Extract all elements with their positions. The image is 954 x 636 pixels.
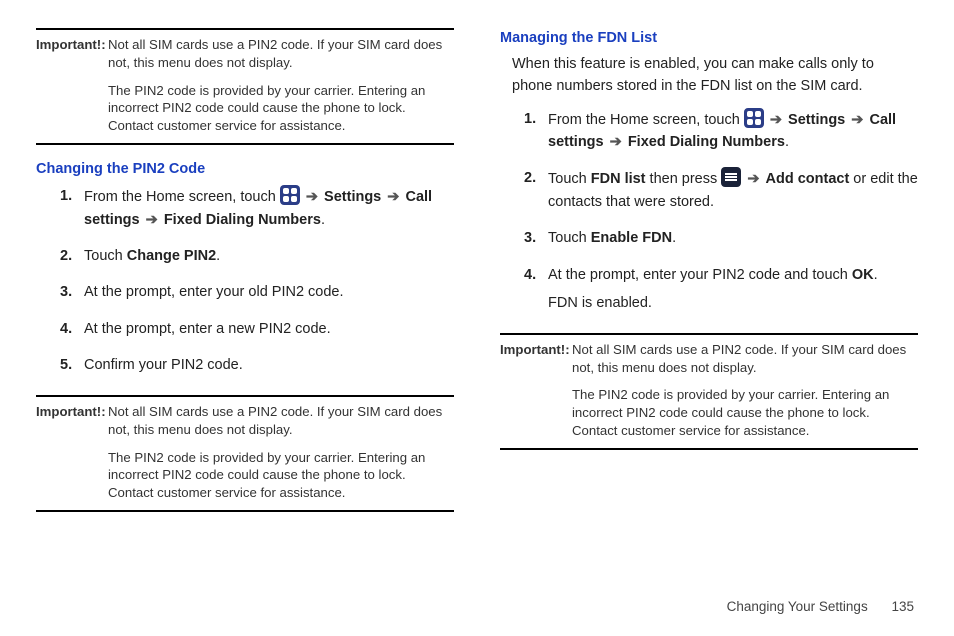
period: . <box>672 230 676 246</box>
fdn-label: Fixed Dialing Numbers <box>628 134 785 150</box>
important-text-1: Not all SIM cards use a PIN2 code. If yo… <box>108 403 454 439</box>
important-note-right: Important!: Not all SIM cards use a PIN2… <box>500 333 918 450</box>
step-text: At the prompt, enter your PIN2 code and … <box>548 267 852 283</box>
important-text-1: Not all SIM cards use a PIN2 code. If yo… <box>108 36 454 72</box>
important-text-2: The PIN2 code is provided by your carrie… <box>572 386 918 439</box>
change-pin2-label: Change PIN2 <box>127 248 216 264</box>
arrow-icon: ➔ <box>608 134 624 150</box>
step-result: FDN is enabled. <box>548 292 918 314</box>
steps-change-pin2: From the Home screen, touch ➔ Settings ➔… <box>36 185 454 377</box>
enable-fdn-label: Enable FDN <box>591 230 672 246</box>
step-4: At the prompt, enter a new PIN2 code. <box>60 318 454 340</box>
two-column-layout: Important!: Not all SIM cards use a PIN2… <box>36 28 918 512</box>
step-1: From the Home screen, touch ➔ Settings ➔… <box>524 108 918 154</box>
step-text: From the Home screen, touch <box>84 189 280 205</box>
fdn-list-label: FDN list <box>591 171 646 187</box>
page-number: 135 <box>891 599 914 614</box>
step-2: Touch FDN list then press ➔ Add contact … <box>524 167 918 213</box>
important-text-2: The PIN2 code is provided by your carrie… <box>108 449 454 502</box>
important-text-2: The PIN2 code is provided by your carrie… <box>108 82 454 135</box>
footer-section: Changing Your Settings <box>727 599 868 614</box>
step-text: Touch <box>548 171 591 187</box>
apps-icon <box>280 185 300 205</box>
fdn-intro-text: When this feature is enabled, you can ma… <box>512 54 918 98</box>
steps-fdn-list: From the Home screen, touch ➔ Settings ➔… <box>500 108 918 315</box>
important-label: Important!: <box>36 36 108 72</box>
arrow-icon: ➔ <box>385 189 401 205</box>
step-text: From the Home screen, touch <box>548 112 744 128</box>
arrow-icon: ➔ <box>768 112 784 128</box>
add-contact-label: Add contact <box>766 171 850 187</box>
settings-label: Settings <box>788 112 845 128</box>
period: . <box>874 267 878 283</box>
arrow-icon: ➔ <box>144 212 160 228</box>
arrow-icon: ➔ <box>304 189 320 205</box>
menu-icon <box>721 167 741 187</box>
period: . <box>216 248 220 264</box>
important-note-bottom-left: Important!: Not all SIM cards use a PIN2… <box>36 395 454 512</box>
important-label: Important!: <box>500 341 572 377</box>
important-note-top: Important!: Not all SIM cards use a PIN2… <box>36 28 454 145</box>
arrow-icon: ➔ <box>849 112 865 128</box>
step-text: then press <box>646 171 722 187</box>
step-1: From the Home screen, touch ➔ Settings ➔… <box>60 185 454 231</box>
settings-label: Settings <box>324 189 381 205</box>
step-text: Touch <box>548 230 591 246</box>
step-text: Touch <box>84 248 127 264</box>
arrow-icon: ➔ <box>745 171 761 187</box>
step-2: Touch Change PIN2. <box>60 245 454 267</box>
period: . <box>785 134 789 150</box>
fdn-label: Fixed Dialing Numbers <box>164 212 321 228</box>
important-label: Important!: <box>36 403 108 439</box>
right-column: Managing the FDN List When this feature … <box>500 28 918 512</box>
step-3: At the prompt, enter your old PIN2 code. <box>60 281 454 303</box>
step-3: Touch Enable FDN. <box>524 227 918 249</box>
step-4: At the prompt, enter your PIN2 code and … <box>524 264 918 315</box>
heading-change-pin2: Changing the PIN2 Code <box>36 161 454 177</box>
page-footer: Changing Your Settings 135 <box>727 599 914 614</box>
period: . <box>321 212 325 228</box>
step-5: Confirm your PIN2 code. <box>60 354 454 376</box>
important-text-1: Not all SIM cards use a PIN2 code. If yo… <box>572 341 918 377</box>
ok-label: OK <box>852 267 874 283</box>
apps-icon <box>744 108 764 128</box>
heading-fdn-list: Managing the FDN List <box>500 30 918 46</box>
left-column: Important!: Not all SIM cards use a PIN2… <box>36 28 454 512</box>
